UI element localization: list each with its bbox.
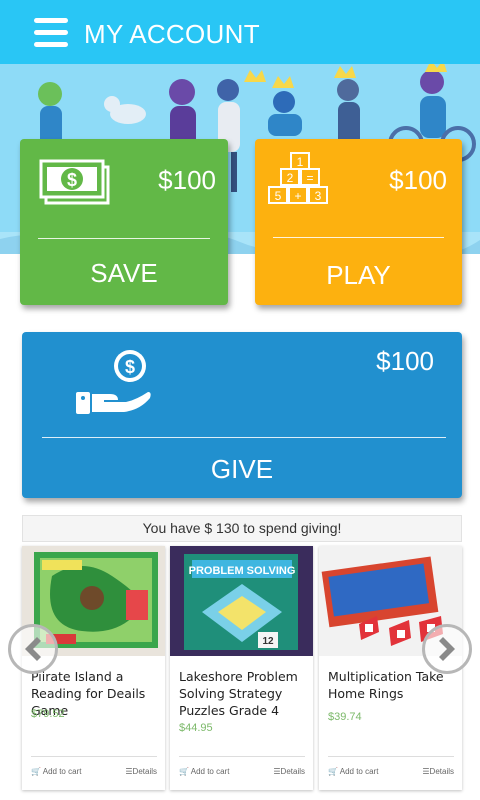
list-icon: ☰ (422, 767, 430, 776)
hand-coin-icon: $ (76, 350, 151, 414)
add-to-cart-label: Add to cart (339, 767, 379, 776)
chevron-left-icon (25, 637, 41, 661)
add-to-cart-link[interactable]: 🛒 Add to cart (31, 767, 81, 776)
details-label: Details (132, 767, 157, 776)
details-label: Details (280, 767, 305, 776)
svg-text:=: = (306, 171, 313, 185)
cart-icon: 🛒 (31, 767, 41, 776)
svg-text:$: $ (125, 357, 135, 377)
carousel-prev-button[interactable] (8, 624, 58, 674)
svg-text:1: 1 (297, 155, 304, 169)
svg-text:3: 3 (315, 189, 322, 203)
give-card[interactable]: $ $100 GIVE (22, 332, 462, 498)
add-to-cart-label: Add to cart (42, 767, 82, 776)
thumb-grade: 12 (262, 636, 274, 647)
product-price: $39.74 (328, 711, 362, 723)
cart-icon: 🛒 (179, 767, 189, 776)
divider (38, 238, 210, 239)
chevron-right-icon (439, 637, 455, 661)
carousel-next-button[interactable] (422, 624, 472, 674)
add-to-cart-link[interactable]: 🛒 Add to cart (328, 767, 378, 776)
product-actions: 🛒 Add to cart ☰Details (31, 756, 157, 776)
details-link[interactable]: ☰Details (273, 767, 305, 776)
details-link[interactable]: ☰Details (125, 767, 157, 776)
svg-text:$: $ (67, 170, 77, 190)
svg-text:2: 2 (287, 171, 294, 185)
play-amount: $100 (389, 165, 447, 195)
list-icon: ☰ (273, 767, 281, 776)
cart-icon: 🛒 (328, 767, 338, 776)
product-price: $79.52 (31, 708, 65, 720)
product-card[interactable]: PROBLEM SOLVING 12 Lakeshore Problem Sol… (170, 546, 313, 790)
product-price: $44.95 (179, 722, 213, 734)
product-actions: 🛒 Add to cart ☰Details (328, 756, 454, 776)
save-amount: $100 (158, 165, 216, 195)
thumb-title: PROBLEM SOLVING (189, 565, 296, 577)
product-actions: 🛒 Add to cart ☰Details (179, 756, 305, 776)
save-card[interactable]: $ $100 SAVE (20, 139, 228, 305)
svg-text:+: + (294, 189, 301, 203)
number-blocks-icon: 1 2 = 5 + 3 (268, 152, 328, 204)
divider (273, 237, 444, 238)
hamburger-menu-icon[interactable] (34, 18, 68, 48)
money-bill-icon: $ (39, 159, 110, 205)
app-header: MY ACCOUNT (0, 0, 480, 64)
product-carousel: Piirate Island a Reading for Deails Game… (20, 546, 464, 790)
product-image[interactable]: PROBLEM SOLVING 12 (170, 546, 313, 656)
list-icon: ☰ (125, 767, 133, 776)
save-label: SAVE (90, 258, 158, 288)
play-label: PLAY (326, 260, 391, 290)
giving-balance-notice: You have $ 130 to spend giving! (22, 515, 462, 542)
play-card[interactable]: 1 2 = 5 + 3 $100 PLAY (255, 139, 462, 305)
details-link[interactable]: ☰Details (422, 767, 454, 776)
page-title: MY ACCOUNT (84, 19, 260, 49)
add-to-cart-label: Add to cart (190, 767, 230, 776)
divider (42, 437, 446, 438)
svg-text:5: 5 (275, 189, 282, 203)
details-label: Details (429, 767, 454, 776)
add-to-cart-link[interactable]: 🛒 Add to cart (179, 767, 229, 776)
product-name[interactable]: Lakeshore Problem Solving Strategy Puzzl… (179, 668, 307, 719)
give-label: GIVE (210, 454, 274, 484)
give-amount: $100 (376, 346, 434, 376)
